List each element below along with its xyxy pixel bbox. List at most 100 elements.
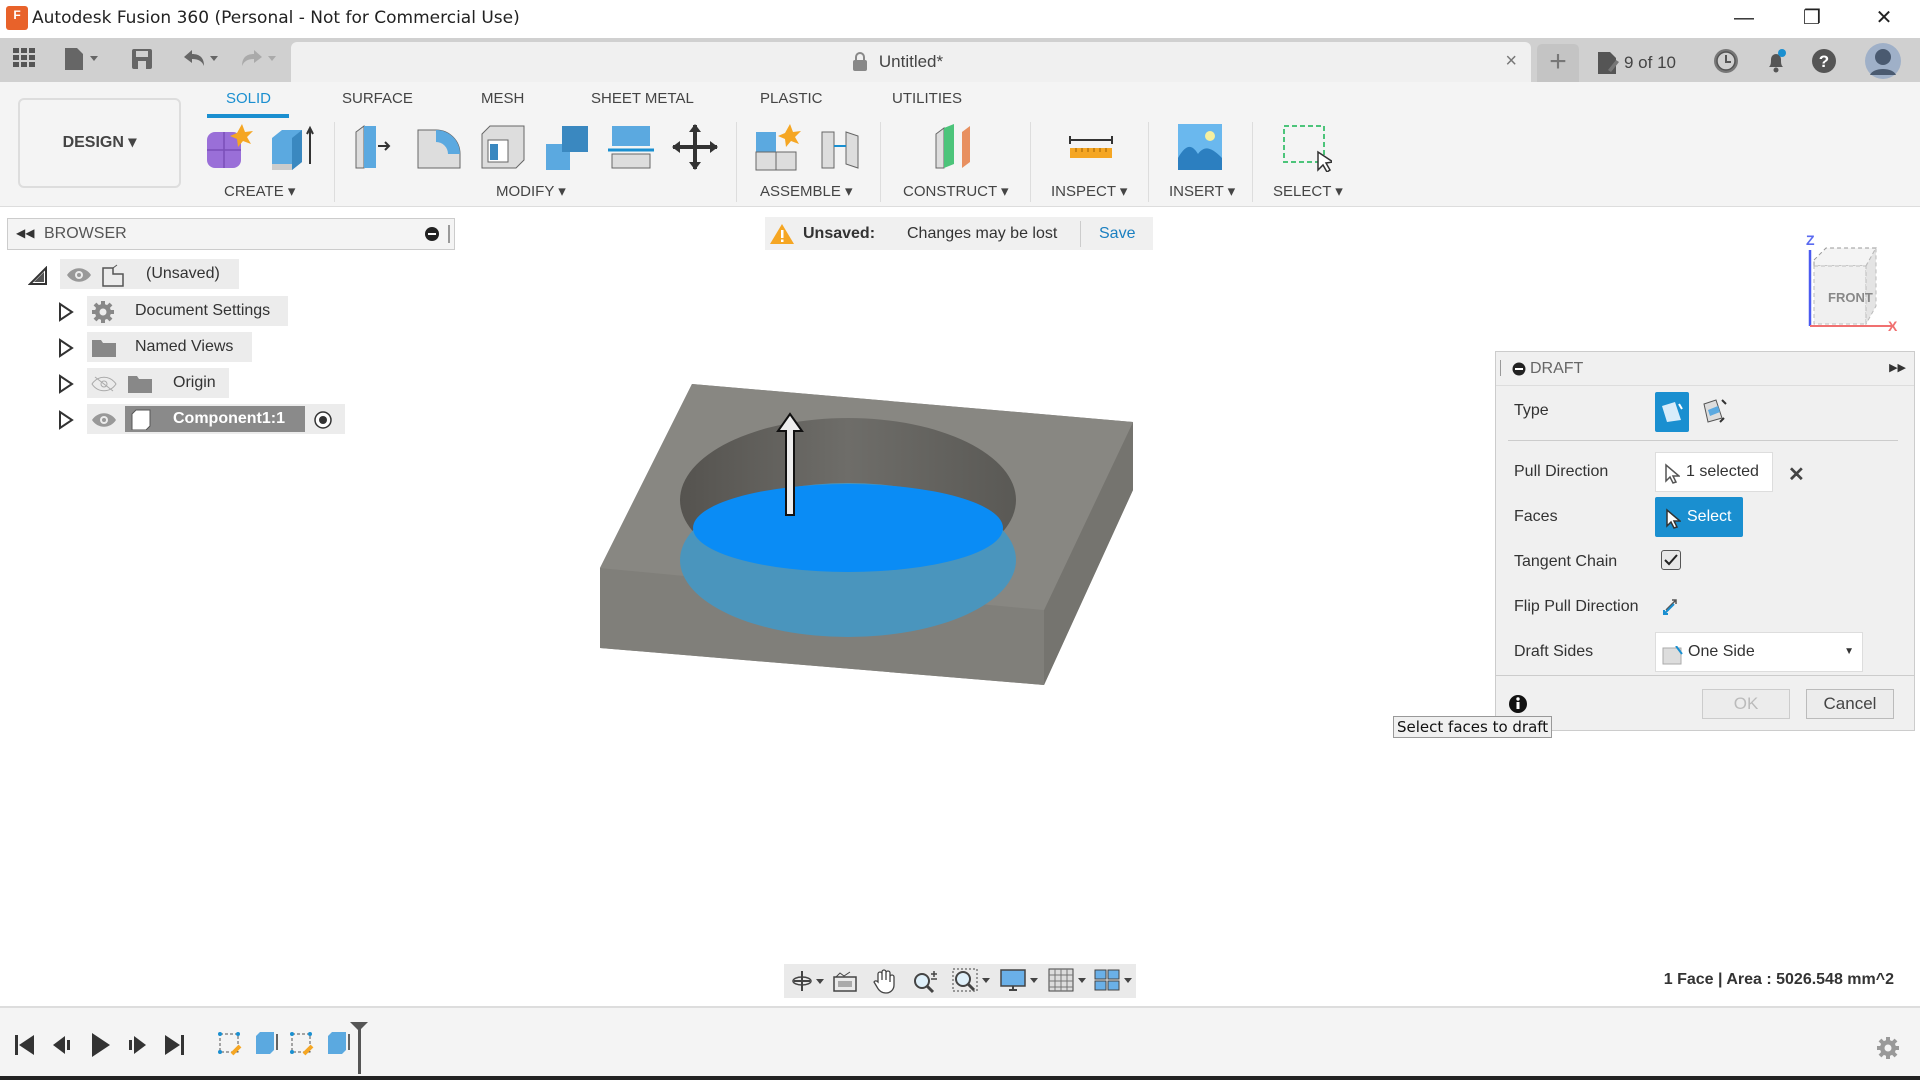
close-tab-button[interactable]: ×: [1505, 50, 1517, 73]
modify-menu[interactable]: MODIFY ▾: [496, 182, 566, 200]
browser-item-origin[interactable]: Origin: [87, 368, 229, 398]
joint-icon[interactable]: [816, 122, 866, 172]
model-viewport[interactable]: [580, 370, 1140, 690]
shell-icon[interactable]: [478, 122, 528, 172]
draft-sides-dropdown[interactable]: One Side ▼: [1655, 632, 1863, 672]
type-fixed-plane-button[interactable]: [1655, 392, 1689, 432]
play-icon[interactable]: [90, 1032, 112, 1063]
go-to-start-icon[interactable]: [14, 1034, 36, 1061]
construct-menu[interactable]: CONSTRUCT ▾: [903, 182, 1009, 200]
cancel-button[interactable]: Cancel: [1806, 689, 1894, 719]
timeline-marker-handle[interactable]: [348, 1020, 370, 1081]
data-panel-grid-icon[interactable]: [12, 46, 36, 72]
window-select-icon[interactable]: [1282, 122, 1336, 174]
expand-triangle-icon[interactable]: [58, 302, 74, 327]
browser-minimize-icon[interactable]: [424, 226, 440, 247]
move-copy-icon[interactable]: [670, 122, 720, 172]
notifications-bell-icon[interactable]: [1762, 47, 1790, 80]
orbit-icon[interactable]: [790, 969, 826, 998]
measure-icon[interactable]: [1066, 122, 1116, 172]
press-pull-icon[interactable]: [350, 122, 400, 172]
fillet-icon[interactable]: [414, 122, 464, 172]
tab-utilities[interactable]: UTILITIES: [892, 90, 962, 107]
display-settings-icon[interactable]: [1000, 968, 1040, 999]
timeline-sketch-icon[interactable]: [218, 1032, 244, 1063]
tab-plastic[interactable]: PLASTIC: [760, 90, 823, 107]
undo-icon[interactable]: [180, 46, 224, 72]
activate-radio-icon[interactable]: [313, 410, 333, 441]
history-clock-icon[interactable]: [1712, 47, 1740, 80]
zoom-icon[interactable]: [912, 968, 940, 999]
type-parting-line-button[interactable]: [1700, 394, 1728, 433]
new-component-icon[interactable]: [752, 122, 802, 172]
browser-item-label: Document Settings: [135, 302, 271, 319]
go-to-end-icon[interactable]: [164, 1034, 186, 1061]
viewcube[interactable]: FRONT Z X: [1800, 232, 1900, 336]
restore-button[interactable]: ❐: [1792, 4, 1832, 32]
viewcube-face-label[interactable]: FRONT: [1828, 290, 1873, 305]
collapse-browser-icon[interactable]: ◀◀: [16, 226, 34, 240]
extrude-icon[interactable]: [268, 122, 318, 172]
create-form-icon[interactable]: [204, 122, 254, 172]
tab-solid[interactable]: SOLID: [226, 90, 271, 107]
tree-collapse-triangle-icon[interactable]: [27, 265, 50, 291]
draft-dialog-header[interactable]: DRAFT ▶▶: [1496, 352, 1914, 386]
browser-item-label: Component1:1: [173, 410, 285, 427]
pull-direction-selector[interactable]: 1 selected: [1655, 452, 1773, 492]
expand-triangle-icon[interactable]: [58, 374, 74, 399]
job-status-button[interactable]: 9 of 10: [1596, 48, 1676, 78]
create-menu[interactable]: CREATE ▾: [224, 182, 295, 200]
tangent-chain-checkbox[interactable]: [1661, 550, 1681, 570]
tab-sheet-metal[interactable]: SHEET METAL: [591, 90, 694, 107]
document-tab[interactable]: Untitled* ×: [291, 42, 1531, 82]
dialog-drag-handle[interactable]: [1500, 360, 1502, 376]
help-icon[interactable]: ?: [1810, 47, 1838, 80]
clear-selection-icon[interactable]: ✕: [1788, 462, 1805, 487]
timeline-settings-gear-icon[interactable]: [1876, 1036, 1900, 1065]
viewports-icon[interactable]: [1094, 968, 1134, 999]
tab-surface[interactable]: SURFACE: [342, 90, 413, 107]
hidden-eye-icon[interactable]: [91, 374, 117, 404]
expand-triangle-icon[interactable]: [58, 338, 74, 363]
new-tab-button[interactable]: +: [1537, 44, 1579, 82]
timeline-extrude-icon[interactable]: [254, 1030, 280, 1063]
folder-icon: [127, 374, 153, 405]
expand-triangle-icon[interactable]: [58, 410, 74, 435]
fit-window-icon[interactable]: [952, 968, 992, 999]
offset-plane-icon[interactable]: [930, 122, 980, 172]
save-link[interactable]: Save: [1099, 217, 1135, 250]
step-forward-icon[interactable]: [126, 1034, 148, 1061]
combine-icon[interactable]: [542, 122, 592, 172]
file-menu-icon[interactable]: [62, 46, 102, 72]
dialog-minimize-icon[interactable]: [1512, 362, 1526, 381]
split-body-icon[interactable]: [606, 122, 656, 172]
timeline-sketch-icon[interactable]: [290, 1032, 316, 1063]
redo-icon[interactable]: [238, 46, 282, 72]
browser-item-document-settings[interactable]: Document Settings: [87, 296, 288, 326]
pan-hand-icon[interactable]: [872, 968, 898, 999]
inspect-menu[interactable]: INSPECT ▾: [1051, 182, 1127, 200]
browser-drag-handle[interactable]: [448, 225, 450, 243]
insert-image-icon[interactable]: [1176, 122, 1226, 172]
close-window-button[interactable]: ✕: [1864, 4, 1904, 32]
select-menu[interactable]: SELECT ▾: [1273, 182, 1343, 200]
ok-button[interactable]: OK: [1702, 689, 1790, 719]
save-icon[interactable]: [130, 46, 154, 72]
flip-direction-icon[interactable]: [1660, 594, 1680, 623]
browser-item-component1[interactable]: Component1:1: [87, 404, 345, 434]
user-avatar[interactable]: [1864, 42, 1902, 85]
grid-settings-icon[interactable]: [1048, 968, 1088, 999]
browser-item-root[interactable]: (Unsaved): [60, 259, 239, 289]
step-back-icon[interactable]: [52, 1034, 74, 1061]
browser-item-named-views[interactable]: Named Views: [87, 332, 252, 362]
insert-menu[interactable]: INSERT ▾: [1169, 182, 1235, 200]
expand-dialog-icon[interactable]: ▶▶: [1889, 361, 1906, 374]
workspace-switcher[interactable]: DESIGN ▾: [18, 98, 181, 188]
look-at-icon[interactable]: [832, 969, 858, 998]
visibility-eye-icon[interactable]: [66, 265, 92, 295]
faces-select-button[interactable]: Select: [1655, 497, 1743, 537]
tab-mesh[interactable]: MESH: [481, 90, 524, 107]
visibility-eye-icon[interactable]: [91, 410, 117, 440]
assemble-menu[interactable]: ASSEMBLE ▾: [760, 182, 853, 200]
minimize-button[interactable]: —: [1724, 4, 1764, 32]
